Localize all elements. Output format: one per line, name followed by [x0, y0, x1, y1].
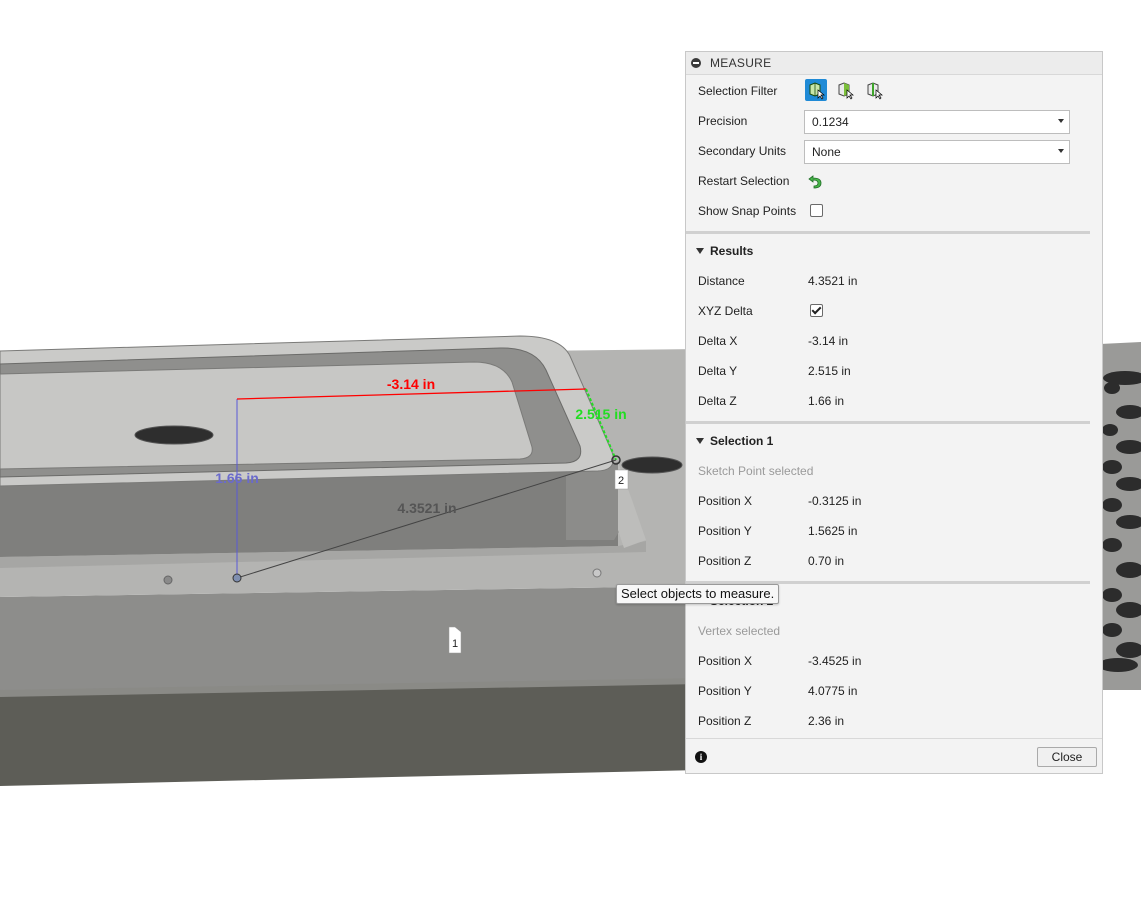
- divider: [686, 231, 1090, 234]
- xyz-delta-checkbox[interactable]: [810, 304, 823, 317]
- position-y-label: Position Y: [698, 684, 752, 698]
- select-face-icon[interactable]: [834, 79, 856, 101]
- pocket-hole: [134, 425, 214, 445]
- selection-1-status-row: Sketch Point selected: [686, 456, 1102, 486]
- show-snap-points-row: Show Snap Points: [686, 196, 1102, 226]
- position-x-value: -3.4525 in: [808, 654, 862, 668]
- secondary-units-dropdown[interactable]: None: [804, 140, 1070, 164]
- selection-1-title: Selection 1: [710, 434, 774, 448]
- distance-value: 4.3521 in: [808, 274, 858, 288]
- delta-x-label: -3.14 in: [387, 376, 435, 392]
- position-y-value: 4.0775 in: [808, 684, 858, 698]
- pocket-floor: [0, 361, 533, 470]
- selection-1-header[interactable]: Selection 1: [686, 426, 1102, 456]
- delta-z-label: 1.66 in: [215, 470, 259, 486]
- close-button[interactable]: Close: [1037, 747, 1097, 767]
- measure-panel: MEASURE Selection Filter Precision 0.123…: [685, 51, 1103, 774]
- delta-x-row: Delta X -3.14 in: [686, 326, 1102, 356]
- delta-y-label: 2.515 in: [575, 406, 626, 422]
- chevron-down-icon: [1058, 119, 1064, 123]
- results-title: Results: [710, 244, 754, 258]
- xyz-delta-row: XYZ Delta: [686, 296, 1102, 326]
- caret-down-icon: [696, 438, 704, 444]
- distance-label: 4.3521 in: [397, 500, 456, 516]
- secondary-units-row: Secondary Units None: [686, 136, 1102, 166]
- delta-z-row: Delta Z 1.66 in: [686, 386, 1102, 416]
- position-z-value: 0.70 in: [808, 554, 845, 568]
- panel-header[interactable]: MEASURE: [686, 52, 1102, 75]
- select-body-icon[interactable]: [805, 79, 827, 101]
- selection-1-position-y-row: Position Y 1.5625 in: [686, 516, 1102, 546]
- selection-1-position-x-row: Position X -0.3125 in: [686, 486, 1102, 516]
- restart-selection-label: Restart Selection: [698, 174, 790, 188]
- distance-row: Distance 4.3521 in: [686, 266, 1102, 296]
- selection-2-status-row: Vertex selected: [686, 616, 1102, 646]
- precision-value: 0.1234: [812, 115, 849, 129]
- secondary-units-value: None: [812, 145, 841, 159]
- position-y-label: Position Y: [698, 524, 752, 538]
- selection-2-position-z-row: Position Z 2.36 in: [686, 706, 1102, 736]
- selection-filter-label: Selection Filter: [698, 84, 778, 98]
- panel-footer: i Close: [686, 738, 1102, 774]
- position-x-value: -0.3125 in: [808, 494, 862, 508]
- selection-2-position-x-row: Position X -3.4525 in: [686, 646, 1102, 676]
- precision-row: Precision 0.1234: [686, 106, 1102, 136]
- delta-z-label: Delta Z: [698, 394, 737, 408]
- selection-2-position-y-row: Position Y 4.0775 in: [686, 676, 1102, 706]
- select-edge-icon[interactable]: [863, 79, 885, 101]
- point-1-marker: 1: [448, 626, 462, 654]
- selection-1-status: Sketch Point selected: [698, 464, 814, 478]
- base-front-face: [0, 682, 700, 786]
- precision-label: Precision: [698, 114, 748, 128]
- delta-x-label: Delta X: [698, 334, 738, 348]
- measure-point-1[interactable]: [232, 573, 242, 583]
- position-z-value: 2.36 in: [808, 714, 845, 728]
- measure-tooltip: Select objects to measure.: [616, 584, 780, 604]
- position-x-label: Position X: [698, 494, 753, 508]
- restart-selection-row: Restart Selection: [686, 166, 1102, 196]
- position-x-label: Position X: [698, 654, 753, 668]
- plate-point[interactable]: [592, 568, 602, 578]
- svg-text:1: 1: [452, 638, 458, 650]
- divider: [686, 421, 1090, 424]
- chevron-down-icon: [1058, 149, 1064, 153]
- position-z-label: Position Z: [698, 554, 752, 568]
- selection-2-status: Vertex selected: [698, 624, 781, 638]
- precision-dropdown[interactable]: 0.1234: [804, 110, 1070, 134]
- delta-x-value: -3.14 in: [808, 334, 849, 348]
- xyz-delta-label: XYZ Delta: [698, 304, 753, 318]
- show-snap-points-checkbox[interactable]: [810, 204, 823, 217]
- plate-front-face: [0, 586, 700, 690]
- plate-point[interactable]: [163, 575, 173, 585]
- delta-z-value: 1.66 in: [808, 394, 845, 408]
- delta-y-label: Delta Y: [698, 364, 738, 378]
- position-y-value: 1.5625 in: [808, 524, 858, 538]
- secondary-units-label: Secondary Units: [698, 144, 787, 158]
- position-z-label: Position Z: [698, 714, 752, 728]
- plate-hole: [621, 456, 683, 474]
- show-snap-points-label: Show Snap Points: [698, 204, 797, 218]
- svg-text:2: 2: [618, 475, 624, 487]
- selection-filter-row: Selection Filter: [686, 76, 1102, 106]
- results-header[interactable]: Results: [686, 236, 1102, 266]
- panel-title: MEASURE: [710, 56, 772, 70]
- restart-icon[interactable]: [807, 173, 823, 189]
- delta-y-value: 2.515 in: [808, 364, 851, 378]
- distance-label: Distance: [698, 274, 745, 288]
- collapse-icon[interactable]: [691, 58, 701, 68]
- delta-y-row: Delta Y 2.515 in: [686, 356, 1102, 386]
- selection-1-position-z-row: Position Z 0.70 in: [686, 546, 1102, 576]
- caret-down-icon: [696, 248, 704, 254]
- point-2-marker: 2: [614, 469, 629, 490]
- info-icon[interactable]: i: [695, 751, 707, 763]
